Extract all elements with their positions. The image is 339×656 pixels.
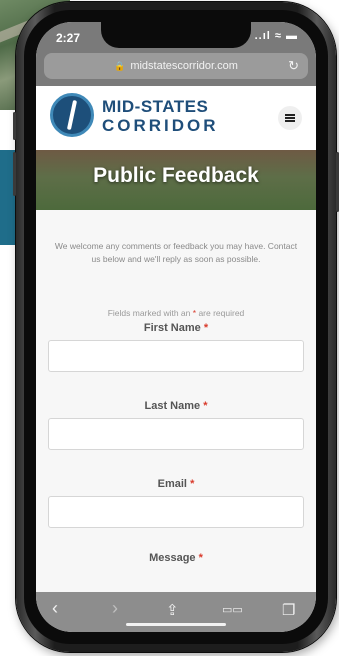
browser-toolbar: ‹ › ⇪ ▭▭ ❐: [36, 592, 316, 632]
last-name-input[interactable]: [48, 418, 304, 450]
phone-screen: 2:27 ..ıl ≈ ▬ 🔒 midstatescorridor.com ↻ …: [36, 22, 316, 632]
email-input[interactable]: [48, 496, 304, 528]
feedback-form-area: We welcome any comments or feedback you …: [36, 210, 316, 592]
bookmarks-icon[interactable]: ▭▭: [222, 603, 243, 616]
required-note-after: are required: [196, 308, 245, 318]
required-note: Fields marked with an * are required: [50, 308, 302, 318]
hero-banner: Public Feedback: [36, 150, 316, 210]
message-required-star: *: [198, 552, 203, 564]
stage: 2:27 ..ıl ≈ ▬ 🔒 midstatescorridor.com ↻ …: [0, 0, 339, 656]
phone-frame: 2:27 ..ıl ≈ ▬ 🔒 midstatescorridor.com ↻ …: [13, 2, 339, 652]
last-name-label-text: Last Name: [144, 400, 201, 412]
required-note-before: Fields marked with an: [107, 308, 193, 318]
message-label-text: Message: [149, 552, 196, 564]
signal-icon: ..ıl: [254, 30, 271, 42]
share-icon[interactable]: ⇪: [166, 601, 179, 619]
last-name-label: Last Name *: [36, 400, 316, 412]
site-logo-line1[interactable]: MID-STATES: [102, 97, 208, 117]
lock-icon: 🔒: [114, 60, 126, 71]
phone-side-button: [13, 152, 16, 196]
email-label: Email *: [36, 478, 316, 490]
address-bar[interactable]: 🔒 midstatescorridor.com ↻: [44, 53, 308, 79]
browser-top-bar: 2:27 ..ıl ≈ ▬ 🔒 midstatescorridor.com ↻: [36, 22, 316, 86]
message-label: Message *: [36, 552, 316, 564]
status-indicators: ..ıl ≈ ▬: [255, 30, 298, 42]
phone-side-button: [13, 112, 16, 140]
back-icon[interactable]: ‹: [52, 598, 58, 619]
tabs-icon[interactable]: ❐: [282, 601, 295, 619]
status-time: 2:27: [56, 31, 81, 45]
address-text: midstatescorridor.com: [130, 60, 238, 72]
first-name-label-text: First Name: [143, 322, 201, 334]
first-name-input[interactable]: [48, 340, 304, 372]
site-logo-icon[interactable]: [50, 93, 94, 137]
page-title: Public Feedback: [93, 164, 259, 187]
last-name-required-star: *: [203, 400, 208, 412]
site-header: MID-STATES CORRIDOR: [36, 86, 316, 151]
first-name-required-star: *: [203, 322, 209, 334]
phone-notch: [101, 22, 251, 48]
first-name-label: First Name *: [36, 322, 316, 334]
reload-icon[interactable]: ↻: [288, 58, 299, 74]
home-indicator: [126, 623, 226, 626]
site-logo-line2[interactable]: CORRIDOR: [102, 116, 219, 136]
hamburger-menu-button[interactable]: [278, 106, 302, 130]
battery-icon: ▬: [286, 30, 298, 42]
intro-text: We welcome any comments or feedback you …: [54, 241, 298, 264]
email-label-text: Email: [157, 478, 187, 490]
hamburger-menu-icon: [285, 114, 295, 122]
wifi-icon: ≈: [274, 30, 282, 42]
email-required-star: *: [190, 478, 195, 490]
forward-icon[interactable]: ›: [112, 598, 118, 619]
